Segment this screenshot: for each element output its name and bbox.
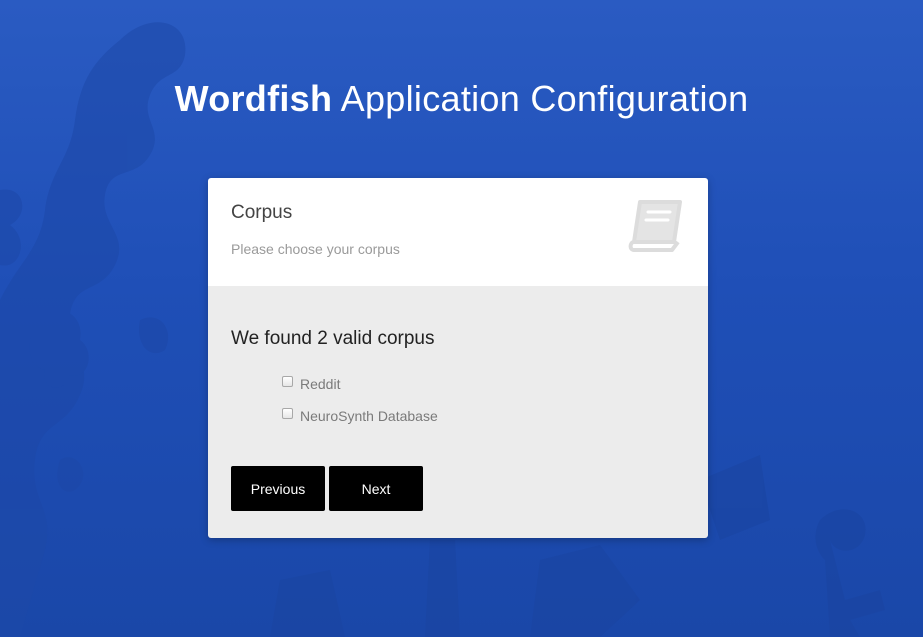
book-icon [628, 200, 682, 252]
corpus-option-reddit[interactable]: Reddit [282, 375, 341, 392]
next-button[interactable]: Next [329, 466, 423, 511]
previous-button[interactable]: Previous [231, 466, 325, 511]
corpus-card: Corpus Please choose your corpus We foun… [208, 178, 708, 538]
card-body: We found 2 valid corpus Reddit NeuroSynt… [208, 286, 708, 538]
page-title-brand: Wordfish [174, 78, 333, 119]
corpus-option-neurosynth[interactable]: NeuroSynth Database [282, 407, 438, 424]
corpus-option-label: Reddit [300, 376, 341, 392]
reddit-checkbox[interactable] [282, 375, 293, 387]
neurosynth-checkbox[interactable] [282, 407, 293, 419]
card-header: Corpus Please choose your corpus [208, 178, 708, 286]
page-title-rest: Application Configuration [340, 78, 749, 119]
corpus-count-text: We found 2 valid corpus [231, 328, 435, 349]
page-title: Wordfish Application Configuration [0, 78, 923, 120]
card-subtitle: Please choose your corpus [231, 241, 400, 257]
card-title: Corpus [231, 202, 293, 223]
corpus-option-label: NeuroSynth Database [300, 408, 438, 424]
